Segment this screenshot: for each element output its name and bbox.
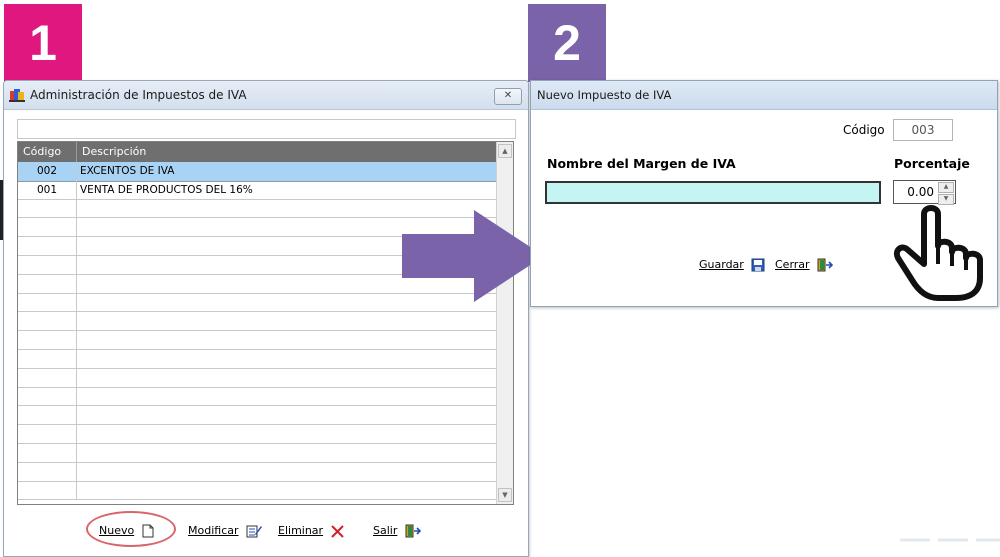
cell-code: 001 xyxy=(18,180,77,199)
exit-label: Salir xyxy=(373,524,398,537)
empty-table-row[interactable] xyxy=(18,462,497,482)
new-label: Nuevo xyxy=(99,524,135,537)
floppy-disk-icon xyxy=(751,258,765,272)
column-header-code[interactable]: Código xyxy=(18,142,77,162)
cell-code xyxy=(18,387,77,406)
delete-button[interactable]: Eliminar xyxy=(278,524,344,538)
filter-bar xyxy=(17,119,516,139)
empty-table-row[interactable] xyxy=(18,481,497,501)
cell-code: 002 xyxy=(18,162,77,180)
delete-label: Eliminar xyxy=(278,524,324,537)
cell-code xyxy=(18,255,77,274)
window-titlebar: Nuevo Impuesto de IVA xyxy=(531,81,997,110)
new-document-icon xyxy=(142,524,154,538)
code-label: Código xyxy=(843,123,885,137)
save-label: Guardar xyxy=(699,258,744,271)
modify-label: Modificar xyxy=(188,524,239,537)
window-title: Administración de Impuestos de IVA xyxy=(30,88,247,102)
scroll-up-icon[interactable]: ▲ xyxy=(498,144,512,158)
table-row[interactable]: 002 EXCENTOS DE IVA xyxy=(18,162,497,182)
cell-code xyxy=(18,218,77,237)
step-1-badge: 1 xyxy=(4,4,82,82)
cell-code xyxy=(18,481,77,500)
modify-button[interactable]: Modificar xyxy=(188,524,262,538)
dashed-line xyxy=(900,538,1000,542)
cell-description: EXCENTOS DE IVA xyxy=(80,165,175,177)
empty-table-row[interactable] xyxy=(18,331,497,350)
save-button[interactable]: Guardar xyxy=(699,258,765,272)
window-titlebar: Administración de Impuestos de IVA ✕ xyxy=(4,81,528,110)
close-label: Cerrar xyxy=(775,258,810,271)
grid-header: Código Descripción xyxy=(18,142,497,162)
arrow-right-icon xyxy=(402,210,544,302)
cell-code xyxy=(18,425,77,443)
empty-table-row[interactable] xyxy=(18,443,497,463)
cell-code xyxy=(18,312,77,331)
empty-table-row[interactable] xyxy=(18,406,497,426)
column-header-description[interactable]: Descripción xyxy=(77,142,497,162)
cell-code xyxy=(18,274,77,293)
margin-name-input[interactable] xyxy=(545,181,881,204)
cell-code xyxy=(18,331,77,349)
empty-table-row[interactable] xyxy=(18,312,497,332)
cell-code xyxy=(18,368,77,387)
cell-code xyxy=(18,199,77,218)
exit-button[interactable]: Salir xyxy=(373,524,421,538)
tax-admin-window: Administración de Impuestos de IVA ✕ Cód… xyxy=(3,80,529,557)
new-button[interactable]: Nuevo xyxy=(99,524,154,538)
tax-grid: Código Descripción 002 EXCENTOS DE IVA 001… xyxy=(17,141,514,505)
exit-door-icon xyxy=(405,524,421,538)
percent-label: Porcentaje xyxy=(894,156,970,171)
cell-description: VENTA DE PRODUCTOS DEL 16% xyxy=(80,183,253,196)
app-icon xyxy=(9,89,25,102)
empty-table-row[interactable] xyxy=(18,368,497,388)
delete-x-icon xyxy=(330,524,344,538)
cell-code xyxy=(18,443,77,462)
scroll-down-icon[interactable]: ▼ xyxy=(498,488,512,502)
window-title: Nuevo Impuesto de IVA xyxy=(537,88,672,102)
close-button[interactable]: ✕ xyxy=(494,88,522,105)
exit-door-icon xyxy=(817,258,834,272)
empty-table-row[interactable] xyxy=(18,349,497,369)
code-field: 003 xyxy=(893,119,953,141)
cell-code xyxy=(18,237,77,255)
cell-code xyxy=(18,462,77,481)
cell-code xyxy=(18,293,77,312)
hand-pointer-icon xyxy=(894,205,983,301)
spin-up-icon[interactable]: ▲ xyxy=(938,182,954,193)
edit-icon xyxy=(246,525,262,538)
percent-value: 0.00 xyxy=(907,185,934,199)
empty-table-row[interactable] xyxy=(18,425,497,444)
cell-code xyxy=(18,349,77,368)
step-2-badge: 2 xyxy=(528,4,606,82)
name-label: Nombre del Margen de IVA xyxy=(547,156,736,171)
empty-table-row[interactable] xyxy=(18,387,497,407)
cell-code xyxy=(18,406,77,425)
close-form-button[interactable]: Cerrar xyxy=(775,258,834,272)
vertical-scrollbar[interactable]: ▲ ▼ xyxy=(496,142,513,504)
table-row[interactable]: 001 VENTA DE PRODUCTOS DEL 16% xyxy=(18,180,497,200)
